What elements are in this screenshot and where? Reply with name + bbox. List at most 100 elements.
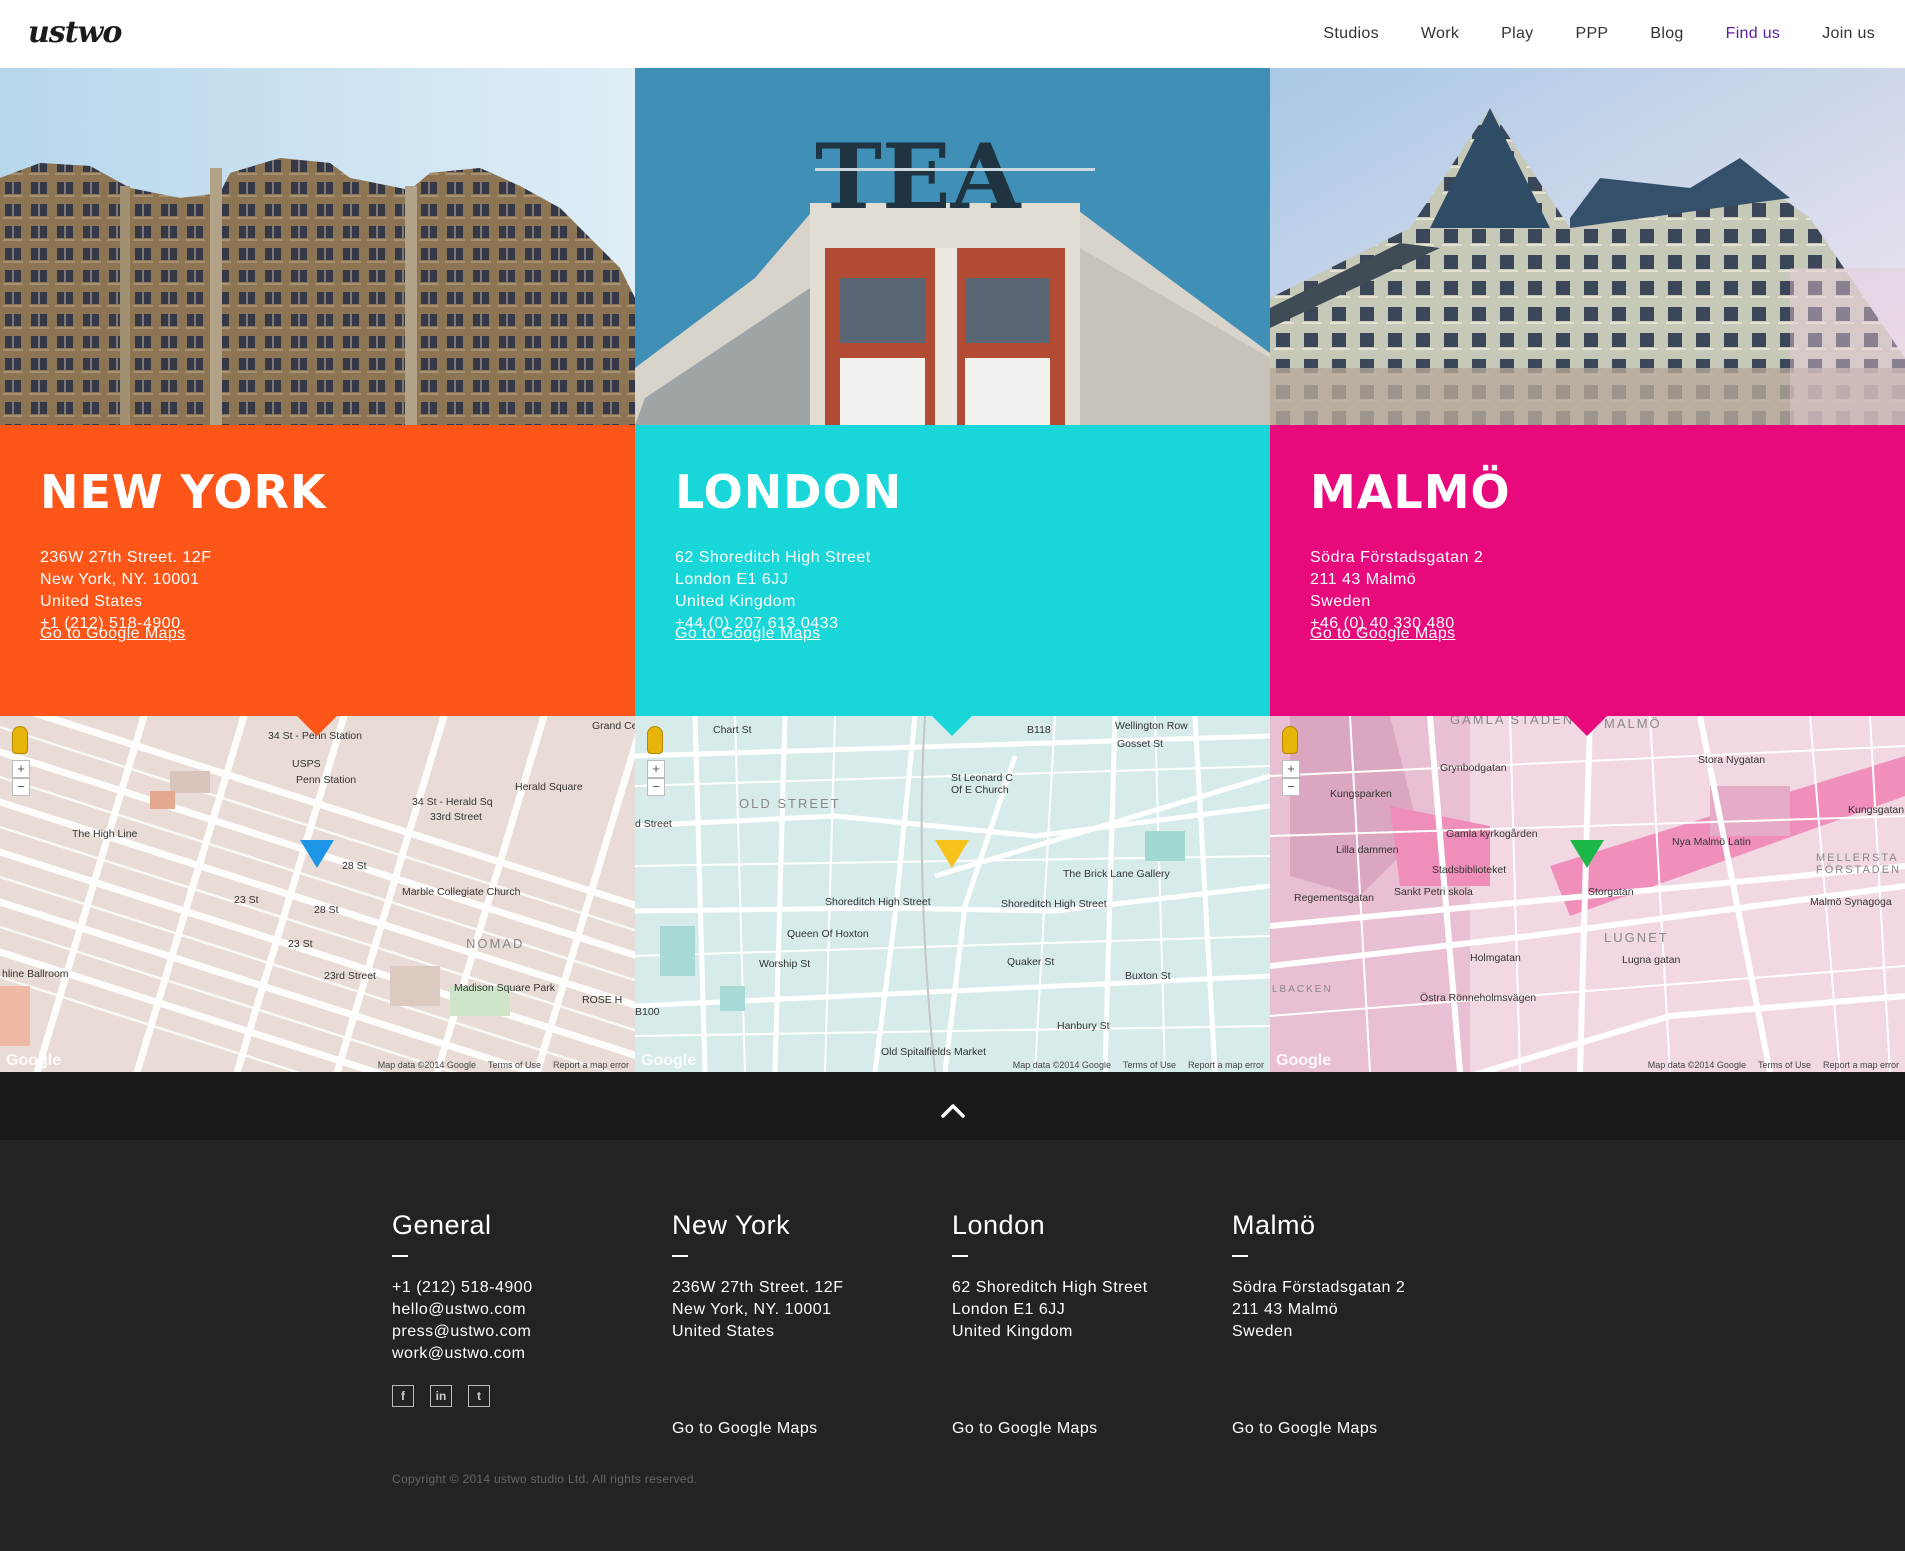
terms-link[interactable]: Terms of Use [488,1060,541,1070]
map-label: B118 [1027,724,1051,736]
google-logo: Google [1276,1052,1332,1069]
address-line: Södra Förstadsgatan 2 [1310,549,1484,566]
map-label: Worship St [759,958,811,970]
report-error-link[interactable]: Report a map error [553,1060,629,1070]
chevron-up-icon[interactable] [940,1098,966,1124]
zoom-in-button[interactable]: + [647,760,665,778]
studio-locations: NEW YORK 236W 27th Street. 12F New York,… [0,68,1905,1072]
hello-email[interactable]: hello@ustwo.com [392,1299,652,1321]
linkedin-icon[interactable]: in [430,1385,452,1407]
map-label: USPS [292,758,321,770]
copyright-text: Copyright © 2014 ustwo studio Ltd. All r… [392,1472,698,1486]
map-label: Queen Of Hoxton [787,928,869,940]
address-line: United States [672,1323,775,1340]
terms-link[interactable]: Terms of Use [1123,1060,1176,1070]
twitter-icon[interactable]: t [468,1385,490,1407]
map-label: Lilla dammen [1336,844,1399,856]
malmo-info: MALMÖ Södra Förstadsgatan 2 211 43 Malmö… [1270,425,1905,716]
london-map[interactable]: Chart St B118 Wellington Row Gosset St O… [635,716,1270,1072]
map-label: Wellington Row [1115,720,1188,732]
map-label: B100 [635,1006,660,1018]
city-title: LONDON [675,465,903,519]
map-label: 34 St - Herald Sq [412,796,493,808]
london-marker[interactable] [935,840,969,868]
zoom-out-button[interactable]: − [647,778,665,796]
map-label: St Leonard C Of E Church [951,772,1013,796]
general-phone[interactable]: +1 (212) 518-4900 [392,1277,652,1299]
map-label: Lugna gatan [1622,954,1681,966]
map-label: Marble Collegiate Church [402,886,521,898]
map-label: The High Line [72,828,138,840]
nav-work[interactable]: Work [1421,25,1459,43]
nav-ppp[interactable]: PPP [1575,25,1608,43]
site-footer: General +1 (212) 518-4900 hello@ustwo.co… [0,1140,1905,1551]
city-london: TEA LONDON 62 Shoreditch High Street Lon… [635,68,1270,1072]
map-label: Penn Station [296,774,357,786]
zoom-in-button[interactable]: + [12,760,30,778]
nav-find-us[interactable]: Find us [1726,25,1781,43]
map-label: LUGNET [1604,930,1669,945]
footer-column-title: New York [672,1210,791,1240]
title-dash [952,1255,968,1257]
ustwo-logo[interactable]: ustwo [28,12,122,52]
address-line: London E1 6JJ [675,571,789,588]
map-label: 23 St [234,894,259,906]
back-to-top-bar[interactable] [0,1072,1905,1140]
map-label: 28 St [342,860,367,872]
info-pointer [932,716,972,736]
malmo-marker[interactable] [1570,840,1604,868]
map-label: Regementsgatan [1294,892,1374,904]
footer-column-general: General +1 (212) 518-4900 hello@ustwo.co… [392,1210,652,1407]
map-label: Hanbury St [1057,1020,1110,1032]
google-maps-link[interactable]: Go to Google Maps [675,625,821,643]
street-view-pegman-icon[interactable] [1282,726,1298,754]
footer-column-title: General [392,1210,492,1240]
map-label: LBACKEN [1272,984,1333,995]
map-label: ROSE H [582,994,623,1006]
footer-google-maps-link[interactable]: Go to Google Maps [952,1420,1098,1438]
zoom-out-button[interactable]: − [12,778,30,796]
map-label: The Brick Lane Gallery [1063,868,1170,880]
press-email[interactable]: press@ustwo.com [392,1321,652,1343]
work-email[interactable]: work@ustwo.com [392,1343,652,1365]
nav-studios[interactable]: Studios [1323,25,1378,43]
google-maps-link[interactable]: Go to Google Maps [40,625,186,643]
report-error-link[interactable]: Report a map error [1188,1060,1264,1070]
nav-blog[interactable]: Blog [1650,25,1683,43]
map-label: Quaker St [1007,956,1055,968]
map-label: 23rd Street [324,970,376,982]
address-line: 62 Shoreditch High Street [675,549,871,566]
facebook-icon[interactable]: f [392,1385,414,1407]
address-line: Sweden [1310,593,1371,610]
zoom-out-button[interactable]: − [1282,778,1300,796]
map-data-text: Map data ©2014 Google [377,1060,476,1070]
footer-column-title: London [952,1210,1046,1240]
nav-join-us[interactable]: Join us [1822,25,1875,43]
city-title: MALMÖ [1310,465,1511,519]
terms-link[interactable]: Terms of Use [1758,1060,1811,1070]
report-error-link[interactable]: Report a map error [1823,1060,1899,1070]
zoom-in-button[interactable]: + [1282,760,1300,778]
social-links: f in t [392,1385,652,1407]
malmo-map[interactable]: GAMLA STADEN MALMÖ Kungsparken Grynbodga… [1270,716,1905,1072]
map-label: Stadsbiblioteket [1432,864,1507,876]
footer-google-maps-link[interactable]: Go to Google Maps [1232,1420,1378,1438]
city-address: 236W 27th Street. 12F New York, NY. 1000… [40,547,211,635]
address-line: New York, NY. 10001 [672,1301,832,1318]
google-logo: Google [641,1052,697,1069]
street-view-pegman-icon[interactable] [647,726,663,754]
address-line: New York, NY. 10001 [40,571,200,588]
google-maps-link[interactable]: Go to Google Maps [1310,625,1456,643]
nav-play[interactable]: Play [1501,25,1533,43]
new-york-map[interactable]: 34 St - Penn Station USPS Penn Station H… [0,716,635,1072]
city-new-york: NEW YORK 236W 27th Street. 12F New York,… [0,68,635,1072]
city-title: NEW YORK [40,465,327,519]
map-data-text: Map data ©2014 Google [1012,1060,1111,1070]
map-label: Stora Nygatan [1698,754,1766,766]
new-york-marker[interactable] [300,840,334,868]
map-label: Kungsgatan [1848,804,1905,816]
street-view-pegman-icon[interactable] [12,726,28,754]
footer-google-maps-link[interactable]: Go to Google Maps [672,1420,818,1438]
footer-column-new-york: New York 236W 27th Street. 12F New York,… [672,1210,932,1437]
main-nav: Studios Work Play PPP Blog Find us Join … [1281,0,1875,68]
